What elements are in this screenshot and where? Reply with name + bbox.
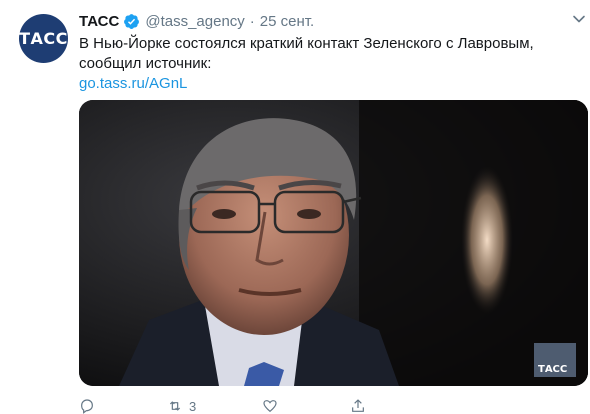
retweet-icon <box>169 401 181 411</box>
tweet-link[interactable]: go.tass.ru/AGnL <box>79 74 187 94</box>
tweet-date[interactable]: 25 сент. <box>260 13 314 30</box>
header-separator: · <box>249 12 255 30</box>
tweet[interactable]: ТАСС ТАСС @tass_agency · 25 сент. В Нью-… <box>0 0 590 414</box>
reply-icon <box>81 399 93 414</box>
share-icon <box>352 399 365 412</box>
photo-watermark: ТАСС <box>538 364 568 375</box>
tweet-actions: 3 <box>79 398 499 414</box>
avatar-logo-text: ТАСС <box>19 29 68 48</box>
heart-icon <box>263 400 277 413</box>
author-name[interactable]: ТАСС <box>79 13 119 30</box>
author-handle[interactable]: @tass_agency <box>145 13 244 30</box>
reply-button[interactable] <box>79 398 101 414</box>
retweet-button[interactable]: 3 <box>167 398 196 414</box>
retweet-count: 3 <box>189 398 197 414</box>
tweet-photo[interactable]: ТАСС <box>79 100 588 386</box>
chevron-down-icon[interactable] <box>572 12 586 26</box>
verified-badge-icon <box>124 13 140 29</box>
like-button[interactable] <box>262 398 284 414</box>
avatar[interactable]: ТАСС <box>19 14 68 63</box>
tweet-header: ТАСС @tass_agency · 25 сент. <box>79 11 314 31</box>
tweet-text: В Нью-Йорке состоялся краткий контакт Зе… <box>79 35 534 72</box>
share-button[interactable] <box>350 398 372 414</box>
photo-image <box>79 100 588 386</box>
